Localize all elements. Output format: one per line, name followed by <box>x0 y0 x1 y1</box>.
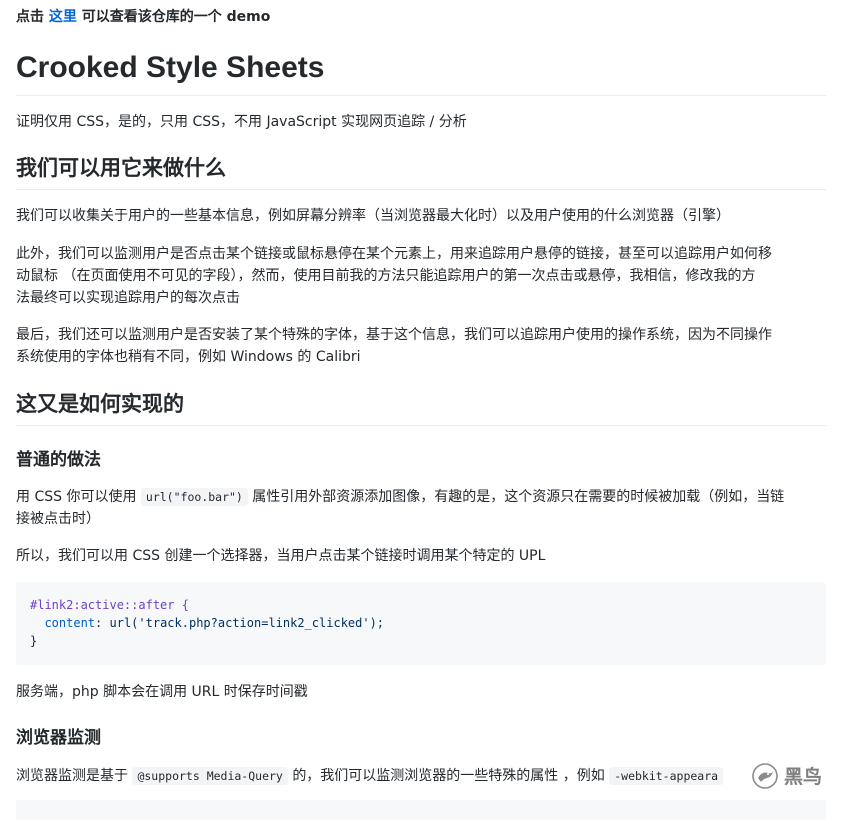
code-block-partial <box>16 800 826 820</box>
code-line-1: #link2:active::after { <box>30 596 189 614</box>
code-block: #link2:active::after { content: url('tra… <box>16 582 826 665</box>
intro-paragraph: 证明仅用 CSS，是的，只用 CSS，不用 JavaScript 实现网页追踪 … <box>16 114 467 130</box>
code-close-brace: } <box>30 634 38 648</box>
code-value: url('track.php?action=link2_clicked'); <box>109 616 385 630</box>
watermark-text: 黑鸟 <box>784 766 823 788</box>
code-line-2: content: url('track.php?action=link2_cli… <box>30 614 384 632</box>
code-selector: #link2:active::after { <box>30 598 189 612</box>
paragraph-url-property: 用 CSS 你可以使用 url("foo.bar") 属性引用外部资源添加图像，… <box>16 486 826 530</box>
paragraph-line: 法最终可以实现追踪用户的每次点击 <box>16 290 240 306</box>
demo-note: 点击 这里 可以查看该仓库的一个 demo <box>16 6 270 26</box>
section-heading-what: 我们可以用它来做什么 <box>16 155 226 180</box>
text-span: 的，我们可以监测浏览器的一些特殊的属性 ，例如 <box>292 768 605 784</box>
section-divider-what <box>16 189 826 190</box>
watermark: 黑鸟 <box>752 762 822 789</box>
paragraph-line: 接被点击时） <box>16 511 100 527</box>
paragraph-basic-info: 我们可以收集关于用户的一些基本信息，例如屏幕分辨率（当浏览器最大化时）以及用户使… <box>16 208 730 224</box>
page-title: Crooked Style Sheets <box>16 51 325 84</box>
text-span: 用 CSS 你可以使用 <box>16 489 137 505</box>
paragraph-line: 此外，我们可以监测用户是否点击某个链接或鼠标悬停在某个元素上，用来追踪用户悬停的… <box>16 246 772 262</box>
bird-logo-icon <box>752 762 778 789</box>
inline-code-url: url("foo.bar") <box>140 488 248 506</box>
code-property: content <box>44 616 96 630</box>
paragraph-line: 用 CSS 你可以使用 url("foo.bar") 属性引用外部资源添加图像，… <box>16 486 826 508</box>
paragraph-selector: 所以，我们可以用 CSS 创建一个选择器，当用户点击某个链接时调用某个特定的 U… <box>16 548 546 564</box>
inline-code-webkit: -webkit-appeara <box>609 767 724 785</box>
section-heading-how: 这又是如何实现的 <box>16 391 184 416</box>
paragraph-click-tracking: 此外，我们可以监测用户是否点击某个链接或鼠标悬停在某个元素上，用来追踪用户悬停的… <box>16 243 826 309</box>
inline-code-supports: @supports Media-Query <box>132 767 288 785</box>
subheading-browser-detection: 浏览器监测 <box>16 728 101 748</box>
section-divider-how <box>16 425 826 426</box>
demo-note-suffix: 可以查看该仓库的一个 demo <box>81 9 271 25</box>
paragraph-line: 最后，我们还可以监测用户是否安装了某个特殊的字体，基于这个信息，我们可以追踪用户… <box>16 327 772 343</box>
paragraph-server-side: 服务端，php 脚本会在调用 URL 时保存时间戳 <box>16 684 308 700</box>
paragraph-font-detection: 最后，我们还可以监测用户是否安装了某个特殊的字体，基于这个信息，我们可以追踪用户… <box>16 324 826 368</box>
demo-note-prefix: 点击 <box>16 9 44 25</box>
code-colon: : <box>95 616 103 630</box>
subheading-normal-method: 普通的做法 <box>16 450 101 470</box>
paragraph-browser-detection: 浏览器监测是基于 @supports Media-Query 的，我们可以监测浏… <box>16 765 826 787</box>
paragraph-line: 动鼠标 （在页面使用不可见的字段），然而，使用目前我的方法只能追踪用户的第一次点… <box>16 268 756 284</box>
text-span: 浏览器监测是基于 <box>16 768 128 784</box>
code-line-3: } <box>30 632 37 650</box>
paragraph-line: 系统使用的字体也稍有不同，例如 Windows 的 Calibri <box>16 349 361 365</box>
text-span: 属性引用外部资源添加图像，有趣的是，这个资源只在需要的时候被加载（例如，当链 <box>252 489 785 505</box>
demo-link[interactable]: 这里 <box>49 9 77 25</box>
title-divider <box>16 95 826 96</box>
